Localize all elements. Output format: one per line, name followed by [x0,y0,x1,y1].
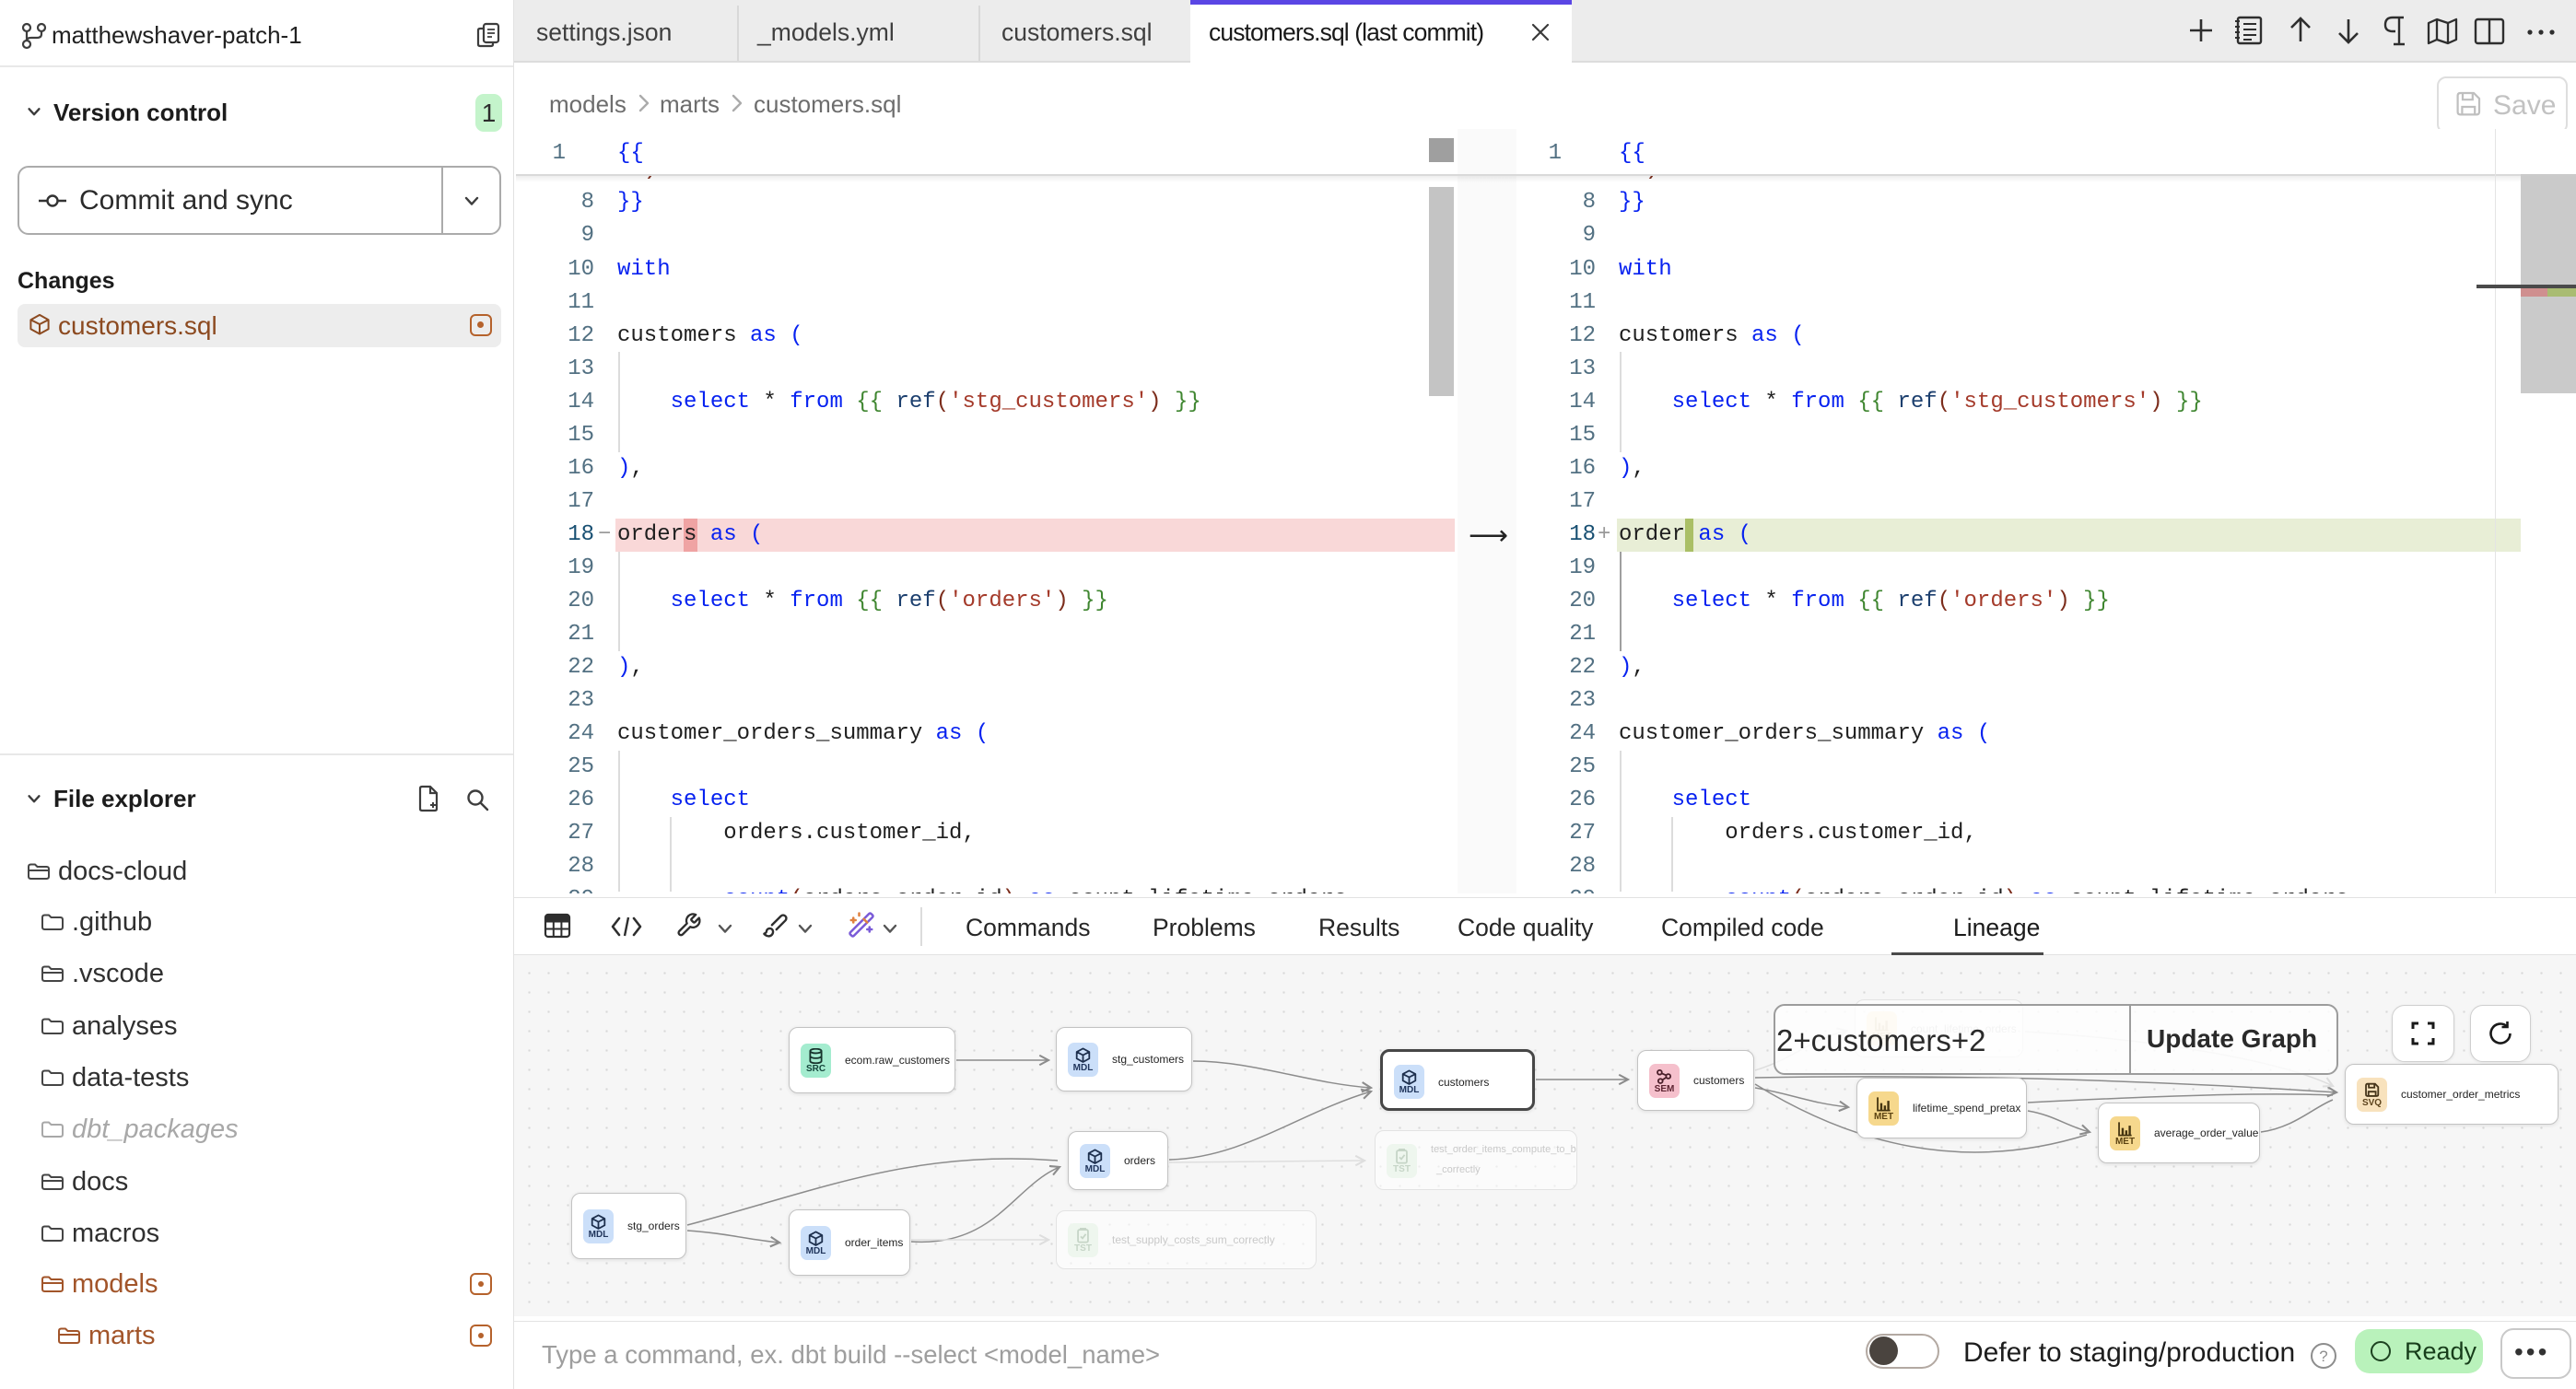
svg-text:?: ? [2319,1348,2327,1365]
